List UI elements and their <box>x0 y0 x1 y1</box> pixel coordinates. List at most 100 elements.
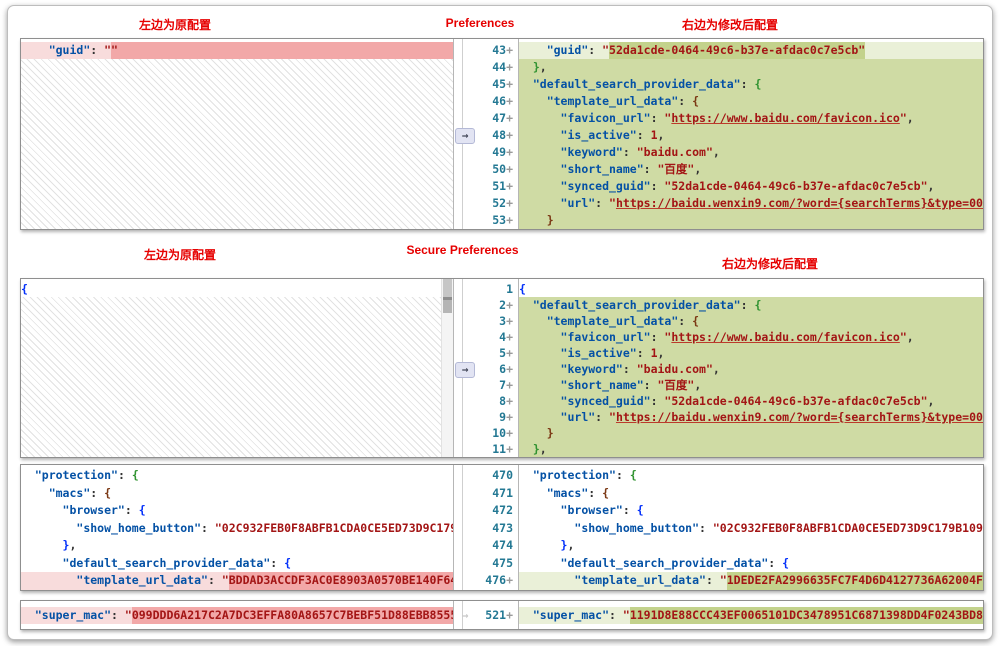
line-number: 4+ <box>499 330 513 344</box>
line-number-column: 1 2+ 3+ 4+ 5+ 6+ 7+ 8+ 9+ 10+ 11+ <box>492 281 513 457</box>
scrollbar-thumb[interactable] <box>443 279 452 313</box>
code-token: : <box>699 520 713 535</box>
code-token: , <box>927 394 935 408</box>
code-token: " <box>221 573 229 587</box>
added-line-plus-marker: + <box>506 442 513 456</box>
code-token: : <box>643 378 658 392</box>
code-line: }, <box>519 59 983 76</box>
added-line-plus-marker: + <box>506 346 513 360</box>
code-token: : <box>124 503 139 517</box>
code-token: , <box>906 330 914 344</box>
code-token: : <box>622 503 637 517</box>
modified-code-pane[interactable]: { "default_search_provider_data": { "tem… <box>518 279 983 457</box>
copy-change-arrow-icon[interactable]: → <box>455 128 475 144</box>
protection-macs-diff-panel: "protection": { "macs": { "browser": { "… <box>20 464 984 591</box>
code-token: " <box>719 573 727 587</box>
code-token: : <box>201 520 215 535</box>
label-secure-preferences-filename: Secure Preferences <box>406 243 519 257</box>
line-number: 1 <box>506 282 513 296</box>
code-token: : <box>740 298 755 312</box>
code-token: : <box>588 485 603 500</box>
original-code-pane[interactable]: { <box>21 279 454 457</box>
copy-change-arrow-icon[interactable]: → <box>455 362 475 378</box>
code-token: " <box>664 111 672 125</box>
modified-code-pane[interactable]: "protection": { "macs": { "browser": { "… <box>518 465 983 590</box>
line-number: 470 <box>492 468 513 482</box>
code-token: : <box>622 145 637 159</box>
code-token: , <box>567 538 575 552</box>
code-token: "百度" <box>657 378 695 392</box>
copy-change-arrow-icon[interactable]: → <box>455 608 475 624</box>
line-number: 6+ <box>499 362 513 376</box>
code-token: : <box>588 43 603 57</box>
original-code-pane[interactable]: "protection": { "macs": { "browser": { "… <box>21 465 454 590</box>
code-token: "52da1cde-0464-49c6-b37e-afdac0c7e5cb" <box>664 179 928 193</box>
code-token: : <box>740 77 755 91</box>
code-line: }, <box>519 537 983 555</box>
line-number: 47+ <box>492 111 513 125</box>
code-token: "template_url_data" <box>574 573 706 587</box>
line-number: 10+ <box>492 426 513 440</box>
code-token: "52da1cde-0464-49c6-b37e-afdac0c7e5cb" <box>664 394 928 408</box>
added-line-plus-marker: + <box>506 111 513 125</box>
code-token: "百度" <box>657 162 695 176</box>
code-token: { <box>692 94 700 108</box>
code-token: BDDAD3ACCDF3AC0E8903A0570BE140F64BB1DF <box>228 573 453 587</box>
preferences-diff-panel: "guid": " " 43+ 44+ 45+ 46+ 47+ 48+ 49+ 50+ 51+ 52+… <box>20 38 984 230</box>
added-line-plus-marker: + <box>506 426 513 440</box>
changed-text-segment: 099DDD6A217C2A7DC3EFFA80A8657C7BEBF51D88… <box>131 607 453 624</box>
modified-code-pane[interactable]: "super_mac": " 1191D8E88CCC43EF0065101DC3… <box>518 601 983 629</box>
code-token: "macs" <box>48 485 91 500</box>
original-code-pane[interactable]: "guid": " " <box>21 39 454 229</box>
code-line: "show_home_button": "02C932FEB0F8ABFB1CD… <box>21 520 453 538</box>
line-number: 49+ <box>492 145 513 159</box>
added-line-plus-marker: + <box>506 608 513 622</box>
code-token: 1 <box>650 128 658 142</box>
code-line: "macs": { <box>21 485 453 503</box>
added-line-plus-marker: + <box>506 298 513 312</box>
modified-code-pane[interactable]: "guid": " 52da1cde-0464-49c6-b37e-afdac0c… <box>518 39 983 229</box>
diff-gutter: 1 2+ 3+ 4+ 5+ 6+ 7+ 8+ 9+ 10+ 11+ → <box>454 279 518 457</box>
code-line: "default_search_provider_data": { <box>519 555 983 573</box>
original-code-pane[interactable]: "super_mac": " 099DDD6A217C2A7DC3EFFA80A8… <box>21 601 454 629</box>
code-token: "synced_guid" <box>560 394 651 408</box>
vertical-scrollbar[interactable] <box>441 279 453 457</box>
code-token: { <box>519 282 526 296</box>
missing-lines-hatch-region <box>21 59 453 229</box>
code-token: " <box>609 196 616 210</box>
code-token: "url" <box>560 410 596 424</box>
code-token: } <box>532 60 540 74</box>
code-line: "template_url_data": { <box>519 313 983 329</box>
code-token: " <box>602 43 610 57</box>
code-token: "super_mac" <box>532 608 610 622</box>
code-token: : <box>678 94 693 108</box>
secure-preferences-diff-panel: {1 2+ 3+ 4+ 5+ 6+ 7+ 8+ 9+ 10+ 11+ → { "default_sear… <box>20 278 984 458</box>
added-line-plus-marker: + <box>506 362 513 376</box>
code-token: "show_home_button" <box>574 520 700 535</box>
code-token: : <box>615 468 630 482</box>
code-token: { <box>629 468 637 482</box>
code-line: "browser": { <box>519 502 983 520</box>
code-token: : <box>90 43 105 57</box>
code-token: , <box>712 362 720 376</box>
code-token: 52da1cde-0464-49c6-b37e-afdac0c7e5cb" <box>609 43 866 57</box>
code-token: , <box>694 378 702 392</box>
